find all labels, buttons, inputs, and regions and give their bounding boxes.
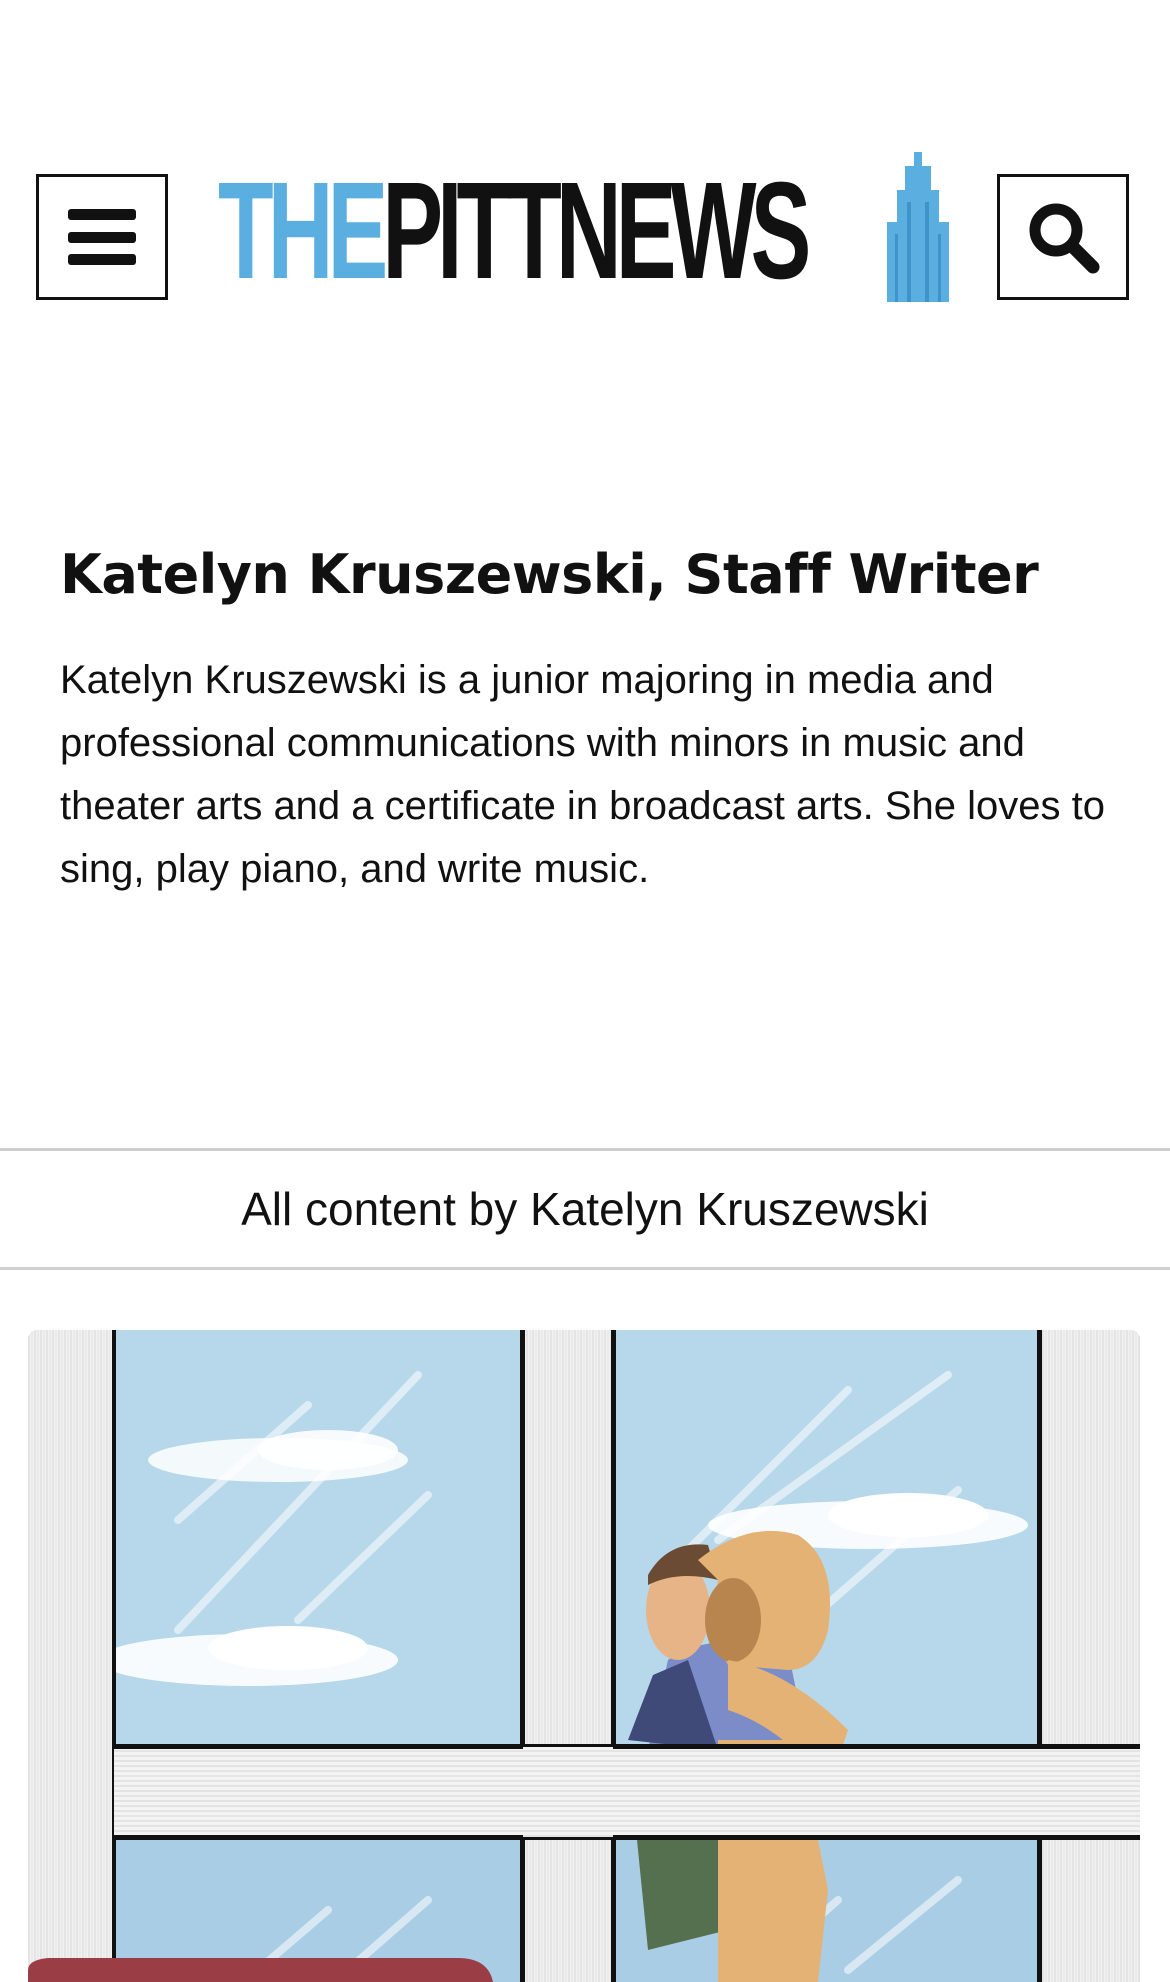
author-name: Katelyn Kruszewski, Staff Writer: [60, 543, 1039, 606]
search-button[interactable]: [997, 174, 1129, 300]
logo-pittnews: PITTNEWS: [382, 154, 811, 308]
logo-the: THE: [218, 154, 388, 308]
menu-button[interactable]: [36, 174, 168, 300]
illustration: [28, 1330, 1140, 1982]
featured-article-image[interactable]: [28, 1330, 1140, 1982]
content-by-label: All content by Katelyn Kruszewski: [241, 1183, 929, 1235]
site-logo[interactable]: THEPITTNEWS: [218, 152, 953, 302]
site-header: THEPITTNEWS: [0, 0, 1170, 360]
menu-icon: [68, 209, 136, 265]
author-profile: Katelyn Kruszewski, Staff Writer Katelyn…: [60, 535, 1120, 901]
search-icon: [1029, 203, 1100, 274]
cathedral-tower-icon: [887, 152, 949, 302]
content-by-bar: All content by Katelyn Kruszewski: [0, 1148, 1170, 1270]
author-bio: Katelyn Kruszewski is a junior majoring …: [60, 658, 1105, 891]
